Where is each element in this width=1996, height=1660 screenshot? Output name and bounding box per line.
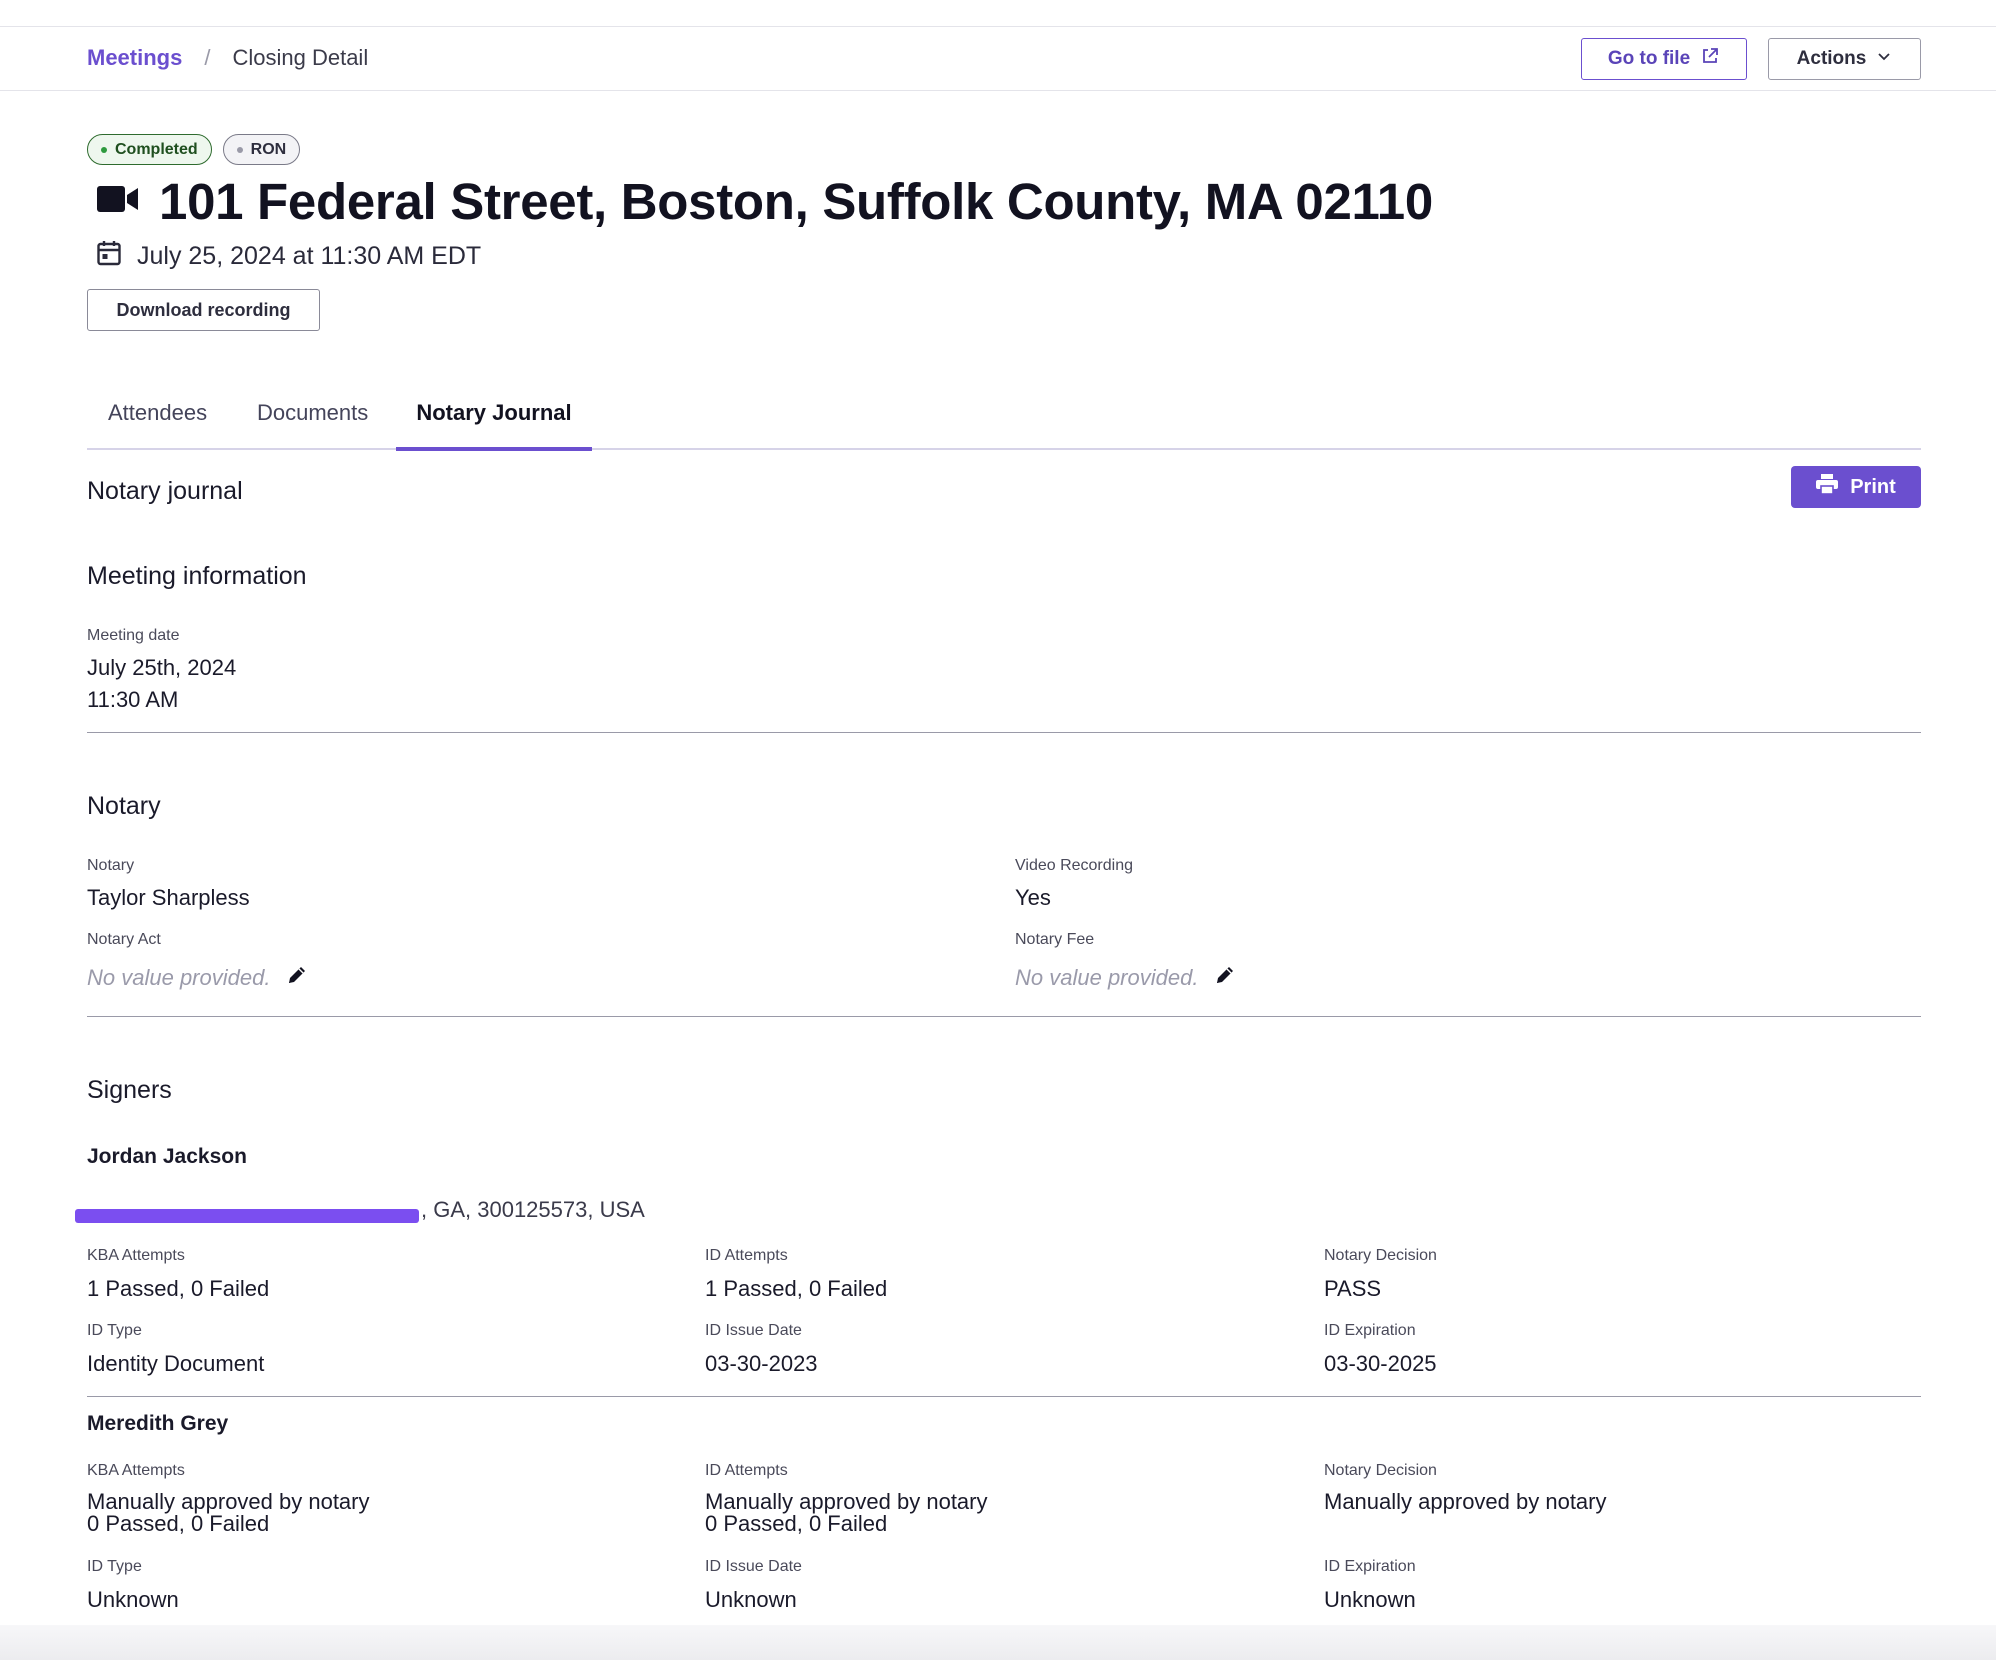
kba-attempts-label: KBA Attempts bbox=[87, 1462, 185, 1479]
id-type-label: ID Type bbox=[87, 1558, 142, 1575]
actions-dropdown-button[interactable]: Actions bbox=[1768, 38, 1921, 80]
notary-decision-label: Notary Decision bbox=[1324, 1462, 1437, 1479]
id-type-value: Unknown bbox=[87, 1587, 179, 1612]
bottom-edge bbox=[0, 1625, 1996, 1660]
meeting-type-label: RON bbox=[250, 140, 287, 158]
kba-attempts-value: 0 Passed, 0 Failed bbox=[87, 1511, 270, 1536]
print-label: Print bbox=[1850, 475, 1896, 498]
notary-heading: Notary bbox=[87, 792, 161, 820]
calendar-icon bbox=[97, 240, 121, 273]
id-issue-date-value: Unknown bbox=[705, 1587, 797, 1612]
video-camera-icon bbox=[97, 185, 139, 218]
notary-label: Notary bbox=[87, 857, 135, 874]
meeting-information-heading: Meeting information bbox=[87, 562, 307, 590]
id-expiration-value: 03-30-2025 bbox=[1324, 1351, 1437, 1376]
id-attempts-label: ID Attempts bbox=[705, 1247, 788, 1264]
print-button[interactable]: Print bbox=[1791, 466, 1921, 508]
id-attempts-status: Manually approved by notary bbox=[705, 1489, 988, 1514]
meeting-date-label: Meeting date bbox=[87, 627, 180, 644]
kba-attempts-value: 1 Passed, 0 Failed bbox=[87, 1276, 270, 1301]
meeting-datetime-row: July 25, 2024 at 11:30 AM EDT bbox=[97, 240, 481, 273]
notary-act-value: No value provided. bbox=[87, 965, 271, 990]
notary-value: Taylor Sharpless bbox=[87, 885, 250, 910]
notary-fee-value: No value provided. bbox=[1015, 965, 1199, 990]
status-badge-label: Completed bbox=[115, 140, 198, 158]
page-title: 101 Federal Street, Boston, Suffolk Coun… bbox=[159, 173, 1433, 230]
notary-act-label: Notary Act bbox=[87, 931, 161, 948]
chevron-down-icon bbox=[1876, 48, 1892, 70]
kba-attempts-label: KBA Attempts bbox=[87, 1247, 185, 1264]
printer-icon bbox=[1816, 474, 1839, 500]
id-attempts-label: ID Attempts bbox=[705, 1462, 788, 1479]
meeting-type-badge: RON bbox=[222, 134, 301, 165]
actions-label: Actions bbox=[1796, 48, 1867, 69]
signer-divider bbox=[87, 1396, 1921, 1397]
pencil-icon[interactable] bbox=[1214, 964, 1236, 992]
id-expiration-label: ID Expiration bbox=[1324, 1558, 1416, 1575]
notary-decision-value: Manually approved by notary bbox=[1324, 1489, 1607, 1514]
signers-heading: Signers bbox=[87, 1076, 172, 1104]
section-divider bbox=[87, 732, 1921, 733]
notary-journal-title: Notary journal bbox=[87, 477, 243, 505]
breadcrumb-separator: / bbox=[204, 45, 211, 70]
notary-decision-label: Notary Decision bbox=[1324, 1247, 1437, 1264]
id-type-label: ID Type bbox=[87, 1322, 142, 1339]
breadcrumb-current: Closing Detail bbox=[232, 45, 369, 70]
id-type-value: Identity Document bbox=[87, 1351, 265, 1376]
signer-name: Meredith Grey bbox=[87, 1412, 229, 1435]
external-link-icon bbox=[1700, 46, 1720, 72]
redaction-bar bbox=[75, 1209, 419, 1223]
id-attempts-value: 1 Passed, 0 Failed bbox=[705, 1276, 888, 1301]
pencil-icon[interactable] bbox=[286, 964, 308, 992]
title-row: 101 Federal Street, Boston, Suffolk Coun… bbox=[97, 172, 1433, 231]
breadcrumb-meetings-link[interactable]: Meetings bbox=[87, 45, 182, 71]
section-divider bbox=[87, 1016, 1921, 1017]
status-dot-icon bbox=[101, 146, 107, 153]
video-recording-value: Yes bbox=[1015, 885, 1051, 910]
notary-fee-label: Notary Fee bbox=[1015, 931, 1095, 948]
video-recording-label: Video Recording bbox=[1015, 857, 1134, 874]
signer-name: Jordan Jackson bbox=[87, 1145, 247, 1168]
meeting-badges: Completed RON bbox=[87, 134, 301, 165]
id-issue-date-label: ID Issue Date bbox=[705, 1558, 802, 1575]
status-badge: Completed bbox=[87, 134, 212, 165]
go-to-file-label: Go to file bbox=[1607, 48, 1691, 69]
id-expiration-value: Unknown bbox=[1324, 1587, 1416, 1612]
id-issue-date-label: ID Issue Date bbox=[705, 1322, 802, 1339]
kba-attempts-status: Manually approved by notary bbox=[87, 1489, 370, 1514]
tab-documents[interactable]: Documents bbox=[257, 388, 387, 450]
id-expiration-label: ID Expiration bbox=[1324, 1322, 1416, 1339]
notary-fee-field: No value provided. bbox=[1015, 964, 1236, 992]
notary-decision-value: PASS bbox=[1324, 1276, 1382, 1301]
tab-attendees[interactable]: Attendees bbox=[108, 388, 218, 450]
breadcrumb: Meetings / Closing Detail bbox=[87, 45, 368, 71]
tab-notary-journal[interactable]: Notary Journal bbox=[396, 388, 592, 451]
signer-address-text: , GA, 300125573, USA bbox=[421, 1197, 645, 1222]
type-dot-icon bbox=[236, 146, 243, 153]
download-recording-button[interactable]: Download recording bbox=[87, 289, 320, 331]
signer-address: , GA, 300125573, USA bbox=[75, 1197, 645, 1223]
notary-act-field: No value provided. bbox=[87, 964, 308, 992]
tab-bar: Attendees Documents Notary Journal bbox=[87, 388, 1921, 451]
meeting-date-value: July 25th, 2024 bbox=[87, 655, 237, 680]
page-header: Meetings / Closing Detail Go to file Act… bbox=[0, 27, 1996, 91]
id-issue-date-value: 03-30-2023 bbox=[705, 1351, 818, 1376]
meeting-time-value: 11:30 AM bbox=[87, 687, 179, 712]
meeting-datetime: July 25, 2024 at 11:30 AM EDT bbox=[137, 242, 482, 270]
id-attempts-value: 0 Passed, 0 Failed bbox=[705, 1511, 888, 1536]
go-to-file-button[interactable]: Go to file bbox=[1581, 38, 1747, 80]
